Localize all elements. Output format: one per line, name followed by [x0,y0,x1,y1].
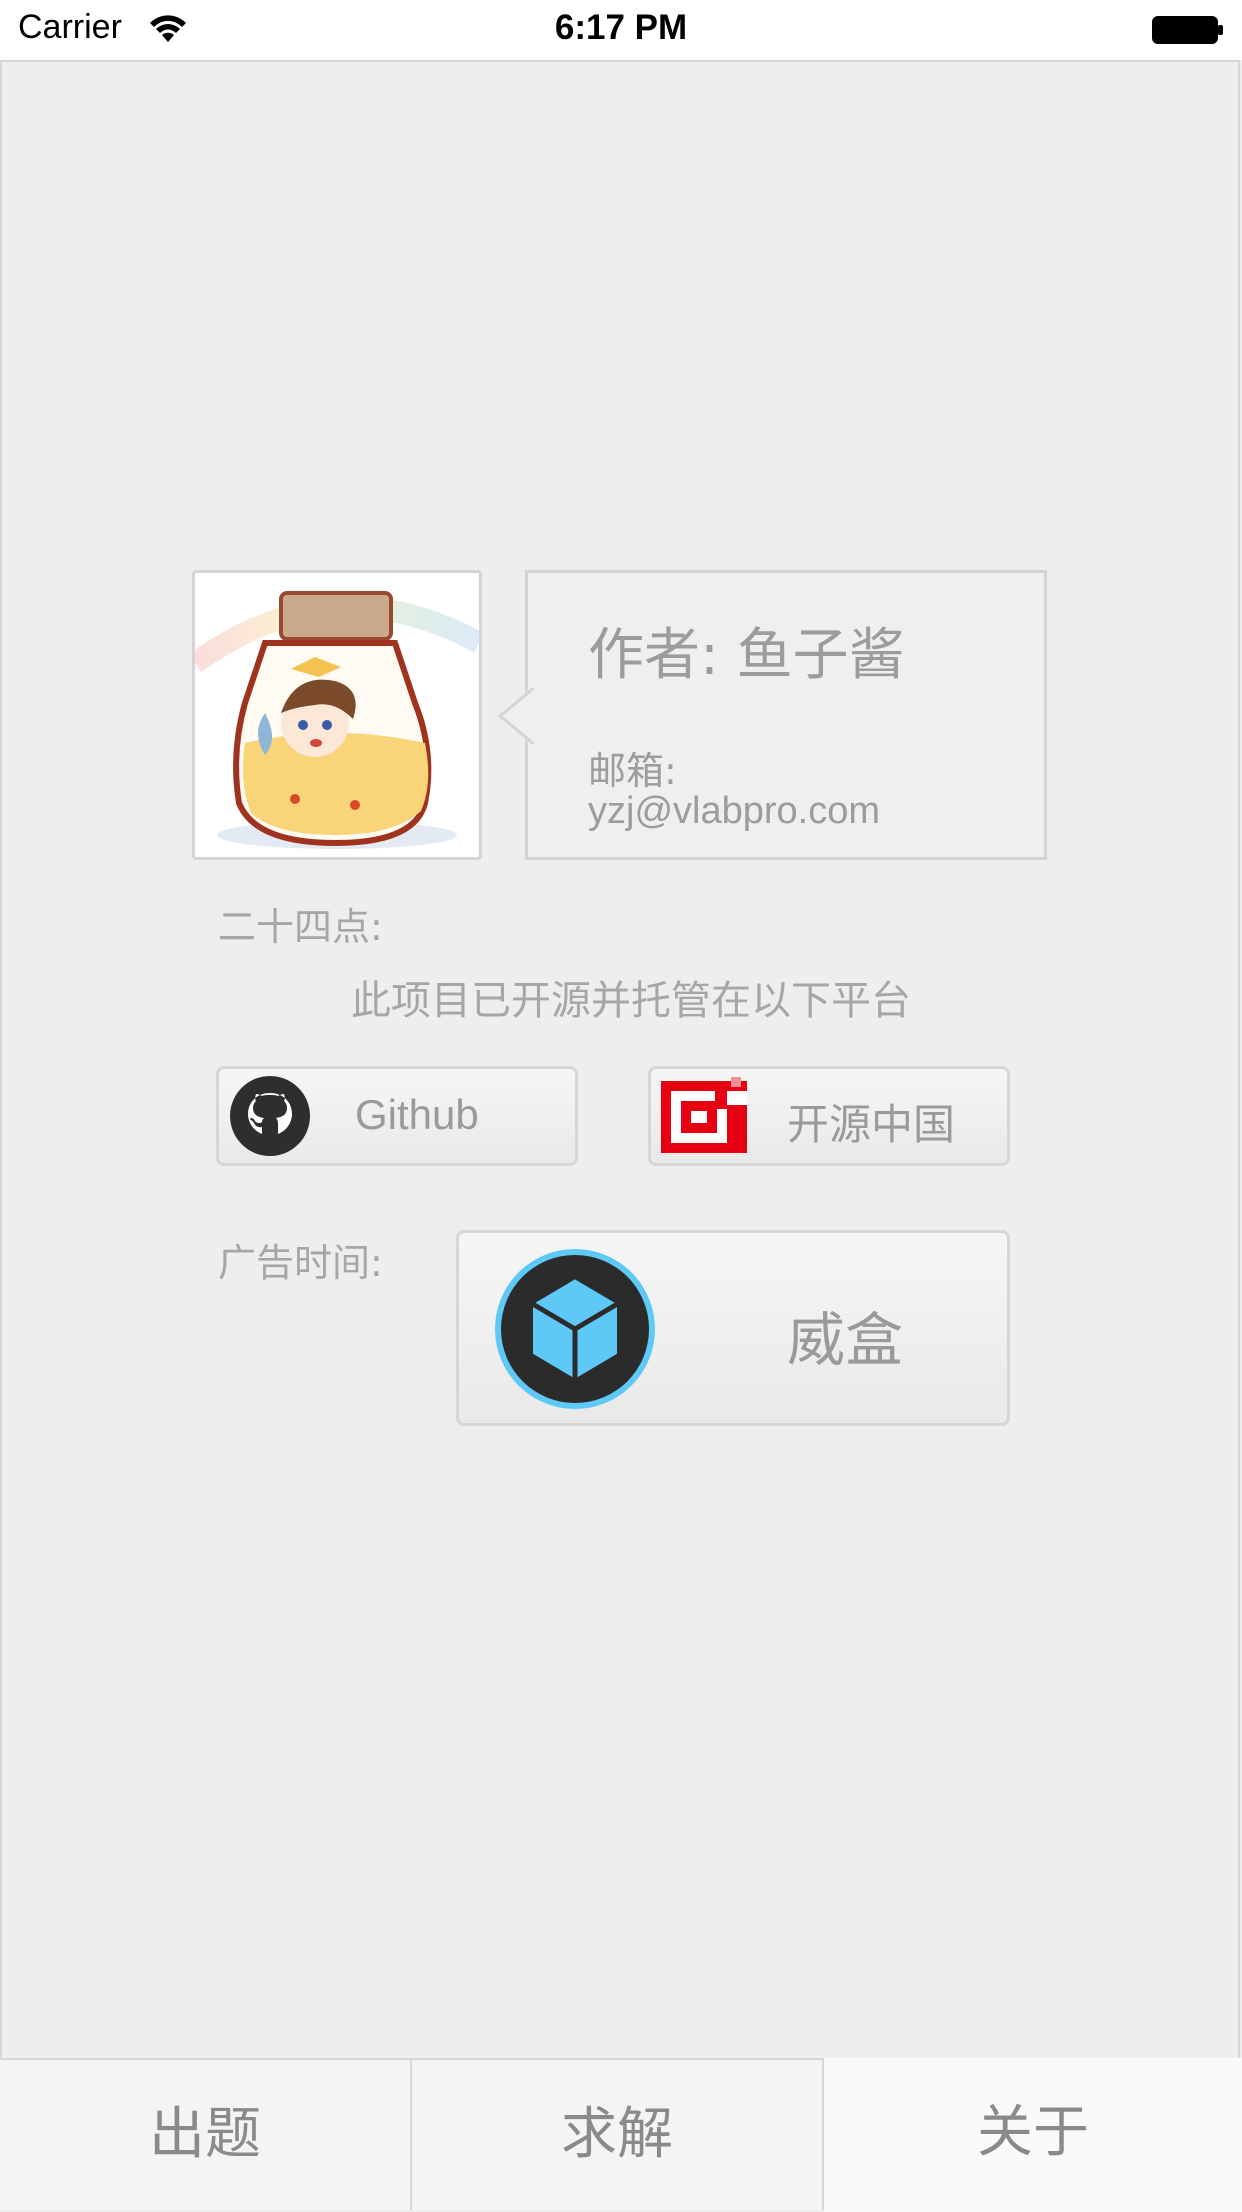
weihe-button-label: 威盒 [787,1306,904,1374]
author-name: 作者: 鱼子酱 [588,623,905,688]
tab-about-label: 关于 [977,2100,1089,2165]
author-avatar [192,570,482,860]
email-address: yzj@vlabpro.com [588,790,880,832]
opensource-note: 此项目已开源并托管在以下平台 [351,978,911,1024]
tab-solve-label: 求解 [561,2102,673,2167]
status-bar: Carrier 6:17 PM [0,0,1242,60]
tab-question-label: 出题 [149,2102,261,2167]
cube-logo-icon [495,1249,655,1409]
github-octocat-icon [230,1076,310,1156]
email-label: 邮箱: [588,749,677,793]
ad-label: 广告时间: [218,1241,383,1285]
weihe-ad-button[interactable]: 威盒 [456,1230,1010,1426]
clock: 6:17 PM [554,8,688,47]
tab-question[interactable]: 出题 [0,2060,412,2210]
content-frame [0,60,1240,2058]
github-button-label: Github [355,1091,479,1138]
oschina-button[interactable]: 开源中国 [648,1066,1010,1166]
github-button[interactable]: Github [216,1066,578,1166]
tab-about[interactable]: 关于 [824,2058,1242,2212]
avatar-illustration-icon [195,591,479,849]
tab-bar: 出题 求解 关于 [0,2058,1242,2212]
oschina-logo-icon [661,1077,747,1153]
oschina-button-label: 开源中国 [787,1100,956,1149]
battery-icon [1152,16,1223,44]
bubble-tail [497,688,534,744]
project-label: 二十四点: [218,905,383,949]
tab-solve[interactable]: 求解 [412,2060,824,2210]
